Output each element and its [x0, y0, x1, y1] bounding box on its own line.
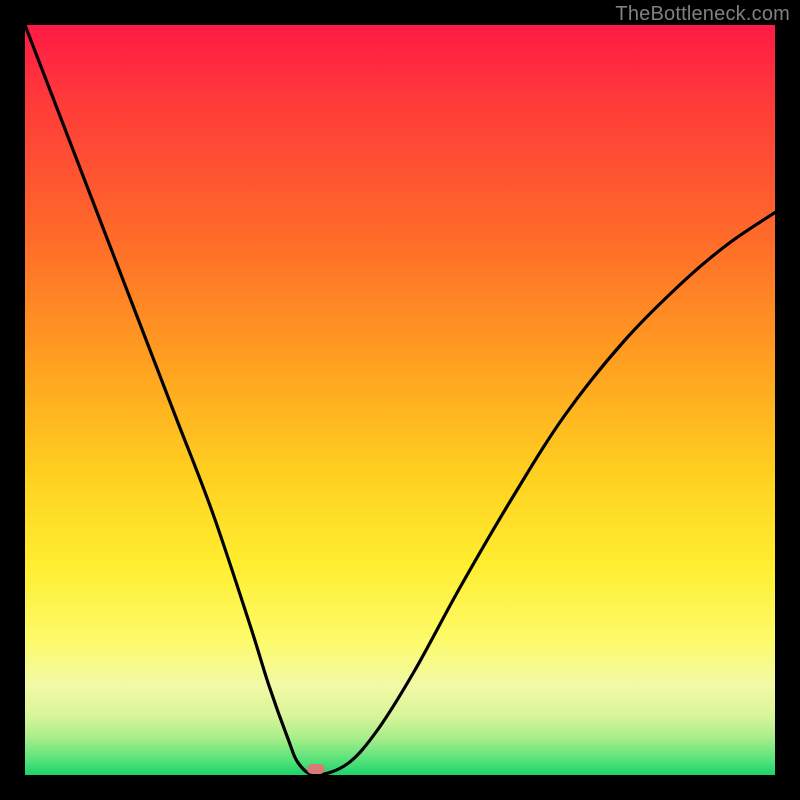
watermark-text: TheBottleneck.com [615, 3, 790, 26]
minimum-marker [307, 764, 325, 774]
plot-area [25, 25, 775, 775]
bottleneck-curve [25, 25, 775, 775]
chart-frame: TheBottleneck.com [0, 0, 800, 800]
